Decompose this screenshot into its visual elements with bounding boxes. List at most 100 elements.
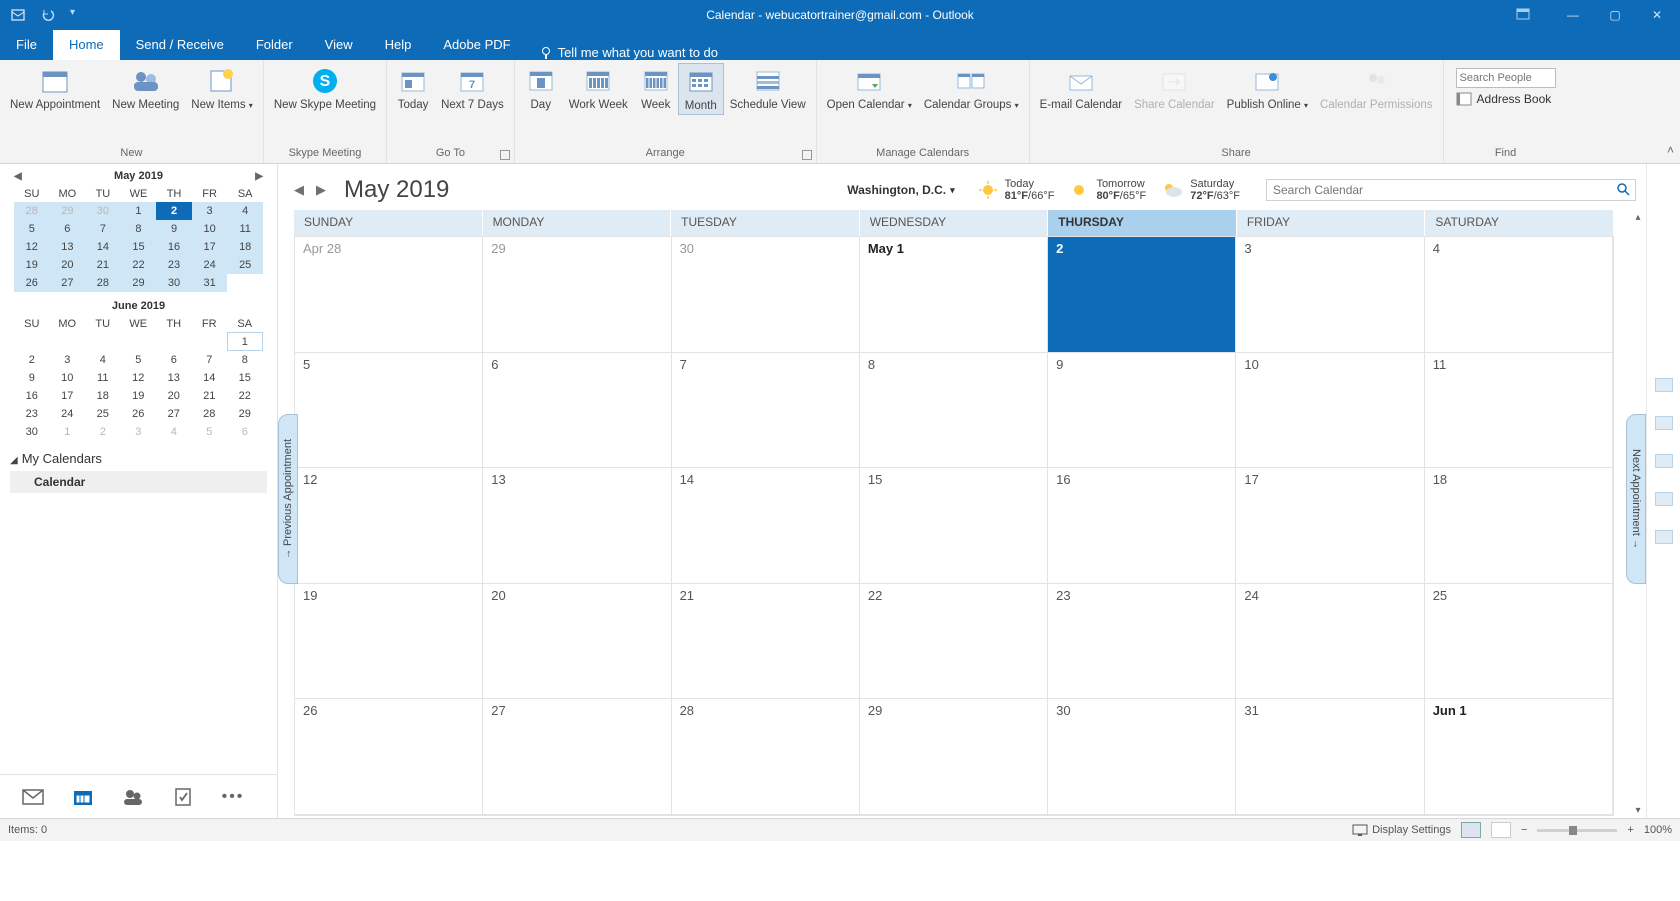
minimize-button[interactable]: — xyxy=(1558,8,1588,22)
mini-day[interactable]: 4 xyxy=(227,202,263,220)
mini-day[interactable] xyxy=(156,333,192,351)
mini-day[interactable]: 6 xyxy=(227,423,263,441)
calendar-groups-button[interactable]: Calendar Groups ▾ xyxy=(918,63,1025,113)
mini-day[interactable]: 21 xyxy=(192,387,228,405)
mini-day[interactable]: 22 xyxy=(227,387,263,405)
mini-day[interactable]: 24 xyxy=(192,256,228,274)
tasks-nav-icon[interactable] xyxy=(172,786,194,808)
mini-day[interactable]: 26 xyxy=(121,405,157,423)
mini-day[interactable] xyxy=(227,274,263,292)
day-cell[interactable]: 31 xyxy=(1236,699,1424,815)
mini-day[interactable]: 10 xyxy=(50,369,86,387)
peek-day-icon[interactable] xyxy=(1655,378,1673,392)
tab-adobe-pdf[interactable]: Adobe PDF xyxy=(427,30,526,60)
new-appointment-button[interactable]: New Appointment xyxy=(4,63,106,113)
dialog-launcher-icon[interactable] xyxy=(500,150,510,160)
mini-day[interactable]: 20 xyxy=(156,387,192,405)
month-view-button[interactable]: Month xyxy=(678,63,724,115)
mini-day[interactable] xyxy=(50,333,86,351)
mini-day[interactable]: 23 xyxy=(14,405,50,423)
day-cell[interactable]: 25 xyxy=(1425,584,1613,700)
mail-nav-icon[interactable] xyxy=(22,786,44,808)
mini-day[interactable]: 21 xyxy=(85,256,121,274)
schedule-view-button[interactable]: Schedule View xyxy=(724,63,812,113)
next-appointment-tab[interactable]: Next Appointment → xyxy=(1626,414,1646,584)
weather-location[interactable]: Washington, D.C. ▾ xyxy=(847,183,954,197)
reading-view-button[interactable] xyxy=(1491,822,1511,838)
day-cell[interactable]: 27 xyxy=(483,699,671,815)
day-cell[interactable]: 30 xyxy=(1048,699,1236,815)
mini-day[interactable]: 3 xyxy=(192,202,228,220)
mini-day[interactable]: 10 xyxy=(192,220,228,238)
mini-day[interactable]: 31 xyxy=(192,274,228,292)
mini-day[interactable]: 30 xyxy=(156,274,192,292)
day-cell[interactable]: 17 xyxy=(1236,468,1424,584)
mini-day[interactable]: 22 xyxy=(121,256,157,274)
calendar-item[interactable]: Calendar xyxy=(10,471,267,493)
zoom-level[interactable]: 100% xyxy=(1644,824,1672,836)
mini-day[interactable]: 12 xyxy=(121,369,157,387)
month-grid[interactable]: Apr 282930May 12345678910111213141516171… xyxy=(294,236,1614,816)
mini-day[interactable]: 8 xyxy=(227,351,263,369)
publish-online-button[interactable]: Publish Online ▾ xyxy=(1221,63,1314,113)
day-cell[interactable]: 20 xyxy=(483,584,671,700)
display-settings-button[interactable]: Display Settings xyxy=(1352,824,1451,836)
qat-undo-icon[interactable] xyxy=(40,7,56,23)
day-cell[interactable]: 5 xyxy=(295,353,483,469)
email-calendar-button[interactable]: E-mail Calendar xyxy=(1034,63,1128,113)
mini-day[interactable]: 7 xyxy=(85,220,121,238)
mini-day[interactable]: 7 xyxy=(192,351,228,369)
tab-send-receive[interactable]: Send / Receive xyxy=(120,30,240,60)
day-cell[interactable]: 28 xyxy=(672,699,860,815)
mini-day[interactable]: 4 xyxy=(156,423,192,441)
new-skype-meeting-button[interactable]: S New Skype Meeting xyxy=(268,63,382,113)
mini-day[interactable]: 27 xyxy=(50,274,86,292)
mini-day[interactable]: 30 xyxy=(85,202,121,220)
address-book-button[interactable]: Address Book xyxy=(1456,92,1556,106)
day-cell[interactable]: May 1 xyxy=(860,237,1048,353)
mini-day[interactable]: 17 xyxy=(192,238,228,256)
mini-day[interactable]: 3 xyxy=(121,423,157,441)
next-period-button[interactable]: ▶ xyxy=(316,182,326,198)
mini-day[interactable]: 29 xyxy=(227,405,263,423)
mini-day[interactable]: 19 xyxy=(121,387,157,405)
mini-day[interactable]: 8 xyxy=(121,220,157,238)
mini-day[interactable]: 14 xyxy=(85,238,121,256)
collapse-ribbon-icon[interactable]: ˄ xyxy=(1667,143,1674,157)
qat-send-receive-icon[interactable] xyxy=(10,7,26,23)
mini-day[interactable]: 13 xyxy=(156,369,192,387)
calendar-nav-icon[interactable] xyxy=(72,786,94,808)
day-cell[interactable]: 23 xyxy=(1048,584,1236,700)
mini-day[interactable]: 25 xyxy=(85,405,121,423)
mini-day[interactable]: 13 xyxy=(50,238,86,256)
mini-day[interactable]: 2 xyxy=(156,202,192,220)
day-cell[interactable]: 29 xyxy=(483,237,671,353)
mini-day[interactable]: 28 xyxy=(85,274,121,292)
day-cell[interactable]: 22 xyxy=(860,584,1048,700)
scroll-down-icon[interactable]: ▾ xyxy=(1630,805,1646,816)
day-cell[interactable]: 7 xyxy=(672,353,860,469)
day-view-button[interactable]: Day xyxy=(519,63,563,113)
open-calendar-button[interactable]: Open Calendar ▾ xyxy=(821,63,918,113)
mini-day[interactable]: 12 xyxy=(14,238,50,256)
day-cell[interactable]: 30 xyxy=(672,237,860,353)
day-cell[interactable]: 14 xyxy=(672,468,860,584)
mini-day[interactable]: 1 xyxy=(121,202,157,220)
mini-day[interactable] xyxy=(192,333,228,351)
day-cell[interactable]: 6 xyxy=(483,353,671,469)
day-cell[interactable]: 26 xyxy=(295,699,483,815)
mini-day[interactable]: 18 xyxy=(85,387,121,405)
previous-appointment-tab[interactable]: → Previous Appointment xyxy=(278,414,298,584)
tab-file[interactable]: File xyxy=(0,30,53,60)
mini-day[interactable]: 30 xyxy=(14,423,50,441)
zoom-slider[interactable] xyxy=(1537,829,1617,832)
week-view-button[interactable]: Week xyxy=(634,63,678,113)
mini-day[interactable]: 1 xyxy=(50,423,86,441)
close-button[interactable]: ✕ xyxy=(1642,8,1672,22)
new-meeting-button[interactable]: New Meeting xyxy=(106,63,185,113)
mini-day[interactable] xyxy=(121,333,157,351)
mini-day[interactable]: 26 xyxy=(14,274,50,292)
tab-view[interactable]: View xyxy=(309,30,369,60)
mini-day[interactable]: 6 xyxy=(156,351,192,369)
mini-day[interactable]: 14 xyxy=(192,369,228,387)
